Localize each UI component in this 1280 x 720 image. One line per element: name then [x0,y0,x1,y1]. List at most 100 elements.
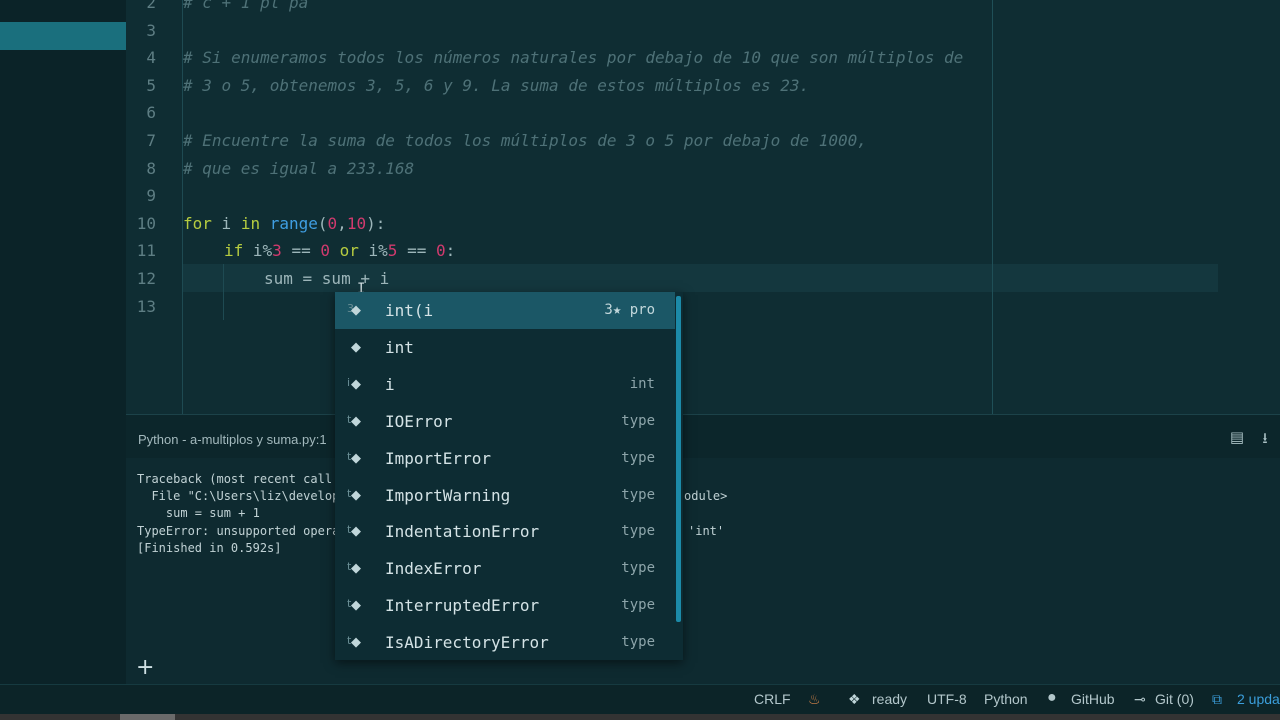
github-icon[interactable]: ● [1047,689,1057,707]
suggestion-label: ImportWarning [385,485,511,505]
autocomplete-item[interactable]: t ◆ IOError type [335,403,675,440]
code-token: i% [358,241,388,261]
comment-text: # Si enumeramos todos los números natura… [183,48,964,68]
kite-glyph-icon: ◆ [351,635,361,651]
suggestion-label: IndexError [385,559,482,579]
code-token: if [224,241,244,261]
suggestion-label: int(i [385,301,434,320]
code-token: 5 [387,241,398,261]
console-line: [Finished in 0.592s] [137,541,282,555]
code-token: i [211,213,241,233]
line-number: 6 [146,103,156,123]
code-line: 8 # que es igual a 233.168 [0,155,1100,183]
horizontal-scrollbar[interactable] [0,714,1280,720]
kite-glyph-icon: ◆ [351,487,361,503]
suggestion-label: IndentationError [385,522,540,542]
code-text: if i%3 == 0 or i%5 == 0: [224,237,455,265]
encoding-selector[interactable]: UTF-8 [927,691,967,707]
comment-text: # que es igual a 233.168 [183,158,415,178]
autocomplete-item[interactable]: t ◆ InterruptedError type [335,587,675,624]
line-number: 10 [136,213,156,233]
git-tab-button[interactable]: Git (0) [1155,691,1194,707]
autocomplete-item[interactable]: t ◆ ImportError type [335,440,675,477]
autocomplete-item[interactable]: t ◆ IndexError type [335,550,675,587]
kite-glyph-icon: ◆ [351,376,361,392]
code-token: 0 [435,241,446,261]
line-ending-selector[interactable]: CRLF [754,691,791,707]
suggestion-type: type [621,597,655,614]
document-icon[interactable]: ▤ [1228,428,1246,446]
download-icon[interactable]: ⭳ [1256,428,1274,447]
suggestion-label: ImportError [385,448,491,468]
kite-icon: t ◆ [347,560,369,578]
console-line: Traceback (most recent call l [137,472,347,486]
code-token: : [445,241,456,261]
status-bar: CRLF ♨ ❖ ready UTF-8 Python ● GitHub ⊸ G… [0,684,1280,714]
code-token: 0 [320,241,330,261]
comment-text: # Encuentre la suma de todos los múltipl… [183,131,867,150]
line-number: 5 [146,75,156,95]
kite-icon: 3 ◆ [347,302,369,320]
line-number: 12 [136,269,156,288]
autocomplete-item[interactable]: ◆ int [335,329,675,366]
autocomplete-item[interactable]: i ◆ i int [335,366,675,403]
github-tab-button[interactable]: GitHub [1071,691,1115,707]
line-number: 13 [136,296,156,316]
autocomplete-item[interactable]: t ◆ IsADirectoryError type [335,624,675,661]
code-text: sum = sum + i [264,269,390,288]
kite-glyph-icon: ◆ [351,450,361,466]
suggestion-type: type [621,449,655,466]
autocomplete-item[interactable]: t ◆ IndentationError type [335,513,675,550]
code-token: ): [366,213,386,233]
code-text: # Encuentre la suma de todos los múltipl… [183,127,867,155]
suggestion-label: IOError [385,411,453,431]
package-icon[interactable]: ⧉ [1212,691,1222,708]
code-line: 6 [0,99,1100,127]
grammar-selector[interactable]: Python [984,691,1028,707]
line-number: 2 [146,0,156,12]
kite-glyph-icon: ◆ [351,598,361,614]
updates-button[interactable]: 2 upda [1237,691,1280,707]
suggestion-label: IsADirectoryError [385,633,549,653]
code-token: for [183,213,212,233]
autocomplete-scrollbar[interactable] [676,296,681,622]
comment-text: # 3 o 5, obtenemos 3, 5, 6 y 9. La suma … [183,75,810,95]
code-token: == [397,241,436,261]
git-commit-icon[interactable]: ⊸ [1134,691,1146,708]
autocomplete-item[interactable]: t ◆ ImportWarning type [335,477,675,514]
kite-icon: t ◆ [347,487,369,505]
kite-icon: t ◆ [347,634,369,652]
scrollbar-thumb[interactable] [120,714,175,720]
kite-icon: t ◆ [347,450,369,468]
code-line: 7 # Encuentre la suma de todos los múltip… [0,127,1100,155]
code-token: 3 [272,241,282,261]
line-number: 7 [146,131,156,150]
code-token: in [240,213,261,233]
code-token: 10 [346,213,367,233]
line-number: 9 [146,186,156,206]
suggestion-type: int [629,375,655,392]
suggestion-type: type [621,560,655,577]
code-line: 11 if i%3 == 0 or i%5 == 0: [0,237,1100,265]
autocomplete-popup[interactable]: 3 ◆ int(i 3★ pro ◆ int i ◆ i int t ◆ IOError type t ◆ Im… [335,292,683,660]
code-line: 4 # Si enumeramos todos los números natur… [0,44,1100,72]
add-panel-button[interactable]: + [136,655,154,680]
kite-glyph-icon: ◆ [351,413,361,429]
code-line: 3 [0,17,1100,45]
code-token: == [281,241,321,261]
suggestion-type: type [621,412,655,429]
suggestion-type: type [621,523,655,540]
kite-status[interactable]: ready [872,691,907,707]
suggestion-label: int [385,337,414,357]
line-number: 3 [146,20,156,40]
suggestion-kind-prefix: i [347,375,351,389]
code-text: # Si enumeramos todos los números natura… [183,44,963,72]
flame-icon[interactable]: ♨ [808,691,821,708]
autocomplete-item[interactable]: 3 ◆ int(i 3★ pro [335,292,675,329]
kite-icon[interactable]: ❖ [848,691,861,708]
kite-icon: t ◆ [347,597,369,615]
code-token: i% [243,241,273,261]
line-number: 11 [136,241,156,261]
